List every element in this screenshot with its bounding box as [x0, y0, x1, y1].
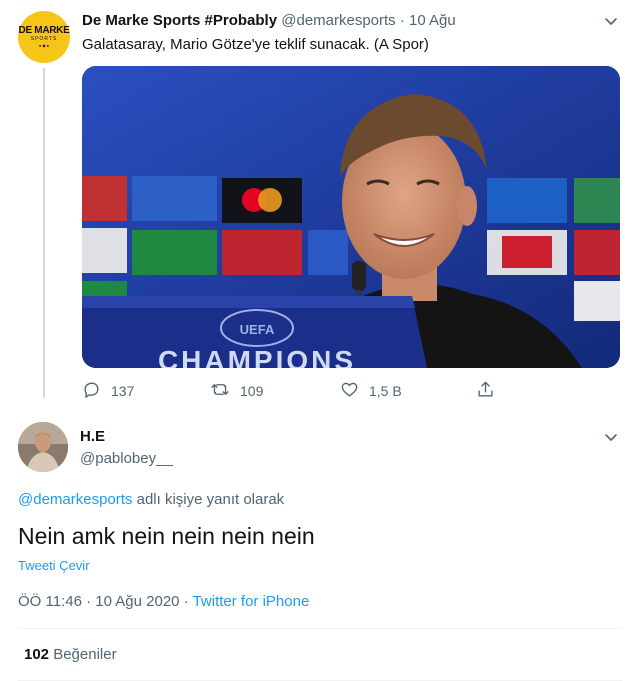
replying-to-label: adlı kişiye yanıt olarak	[132, 491, 285, 508]
reply-action[interactable]: 137	[82, 380, 134, 402]
retweet-count: 109	[240, 383, 264, 399]
replying-mention-link[interactable]: @demarkesports	[18, 491, 132, 508]
tweet-meta: ÖÖ 11:46 · 10 Ağu 2020 · Twitter for iPh…	[18, 593, 309, 610]
tweet-text: Galatasaray, Mario Götze'ye teklif sunac…	[82, 36, 429, 53]
like-action[interactable]: 1,5 B	[340, 380, 402, 402]
uefa-logo-text: UEFA	[240, 322, 275, 337]
reply-user-handle[interactable]: @pablobey__	[80, 450, 173, 467]
reply-display-name[interactable]: H.E	[80, 428, 105, 445]
avatar-logo-marks: ● ◆ ●	[38, 43, 50, 48]
share-icon[interactable]	[476, 380, 505, 399]
reply-tweet-text: Nein amk nein nein nein nein	[18, 523, 315, 549]
tweet-source-link[interactable]: Twitter for iPhone	[193, 593, 310, 610]
likes-count: 102	[24, 646, 50, 663]
tweet-date[interactable]: 10 Ağu	[409, 12, 456, 29]
avatar[interactable]: DE MARKE SPORTS ● ◆ ●	[18, 11, 70, 63]
reply-count: 137	[111, 383, 135, 399]
display-name[interactable]: De Marke Sports #Probably	[82, 12, 277, 29]
thread-line	[43, 68, 45, 398]
media-overlay-text: CHAMPIONS	[158, 345, 356, 368]
avatar-logo-text: DE MARKE	[18, 25, 70, 36]
user-handle[interactable]: @demarkesports	[281, 12, 395, 29]
avatar[interactable]	[18, 422, 68, 472]
avatar-logo-subtext: SPORTS	[30, 36, 58, 42]
meta-separator: ·	[179, 593, 193, 610]
retweet-action[interactable]: 109	[210, 380, 263, 402]
tweet-timestamp[interactable]: ÖÖ 11:46 · 10 Ağu 2020	[18, 593, 180, 610]
separator: ·	[399, 12, 405, 29]
tweet-media-image[interactable]: UEFA CHAMPIONS	[82, 66, 620, 368]
replying-to: @demarkesports adlı kişiye yanıt olarak	[18, 491, 284, 508]
likes-label: Beğeniler	[53, 646, 117, 663]
chevron-down-icon[interactable]	[604, 14, 618, 32]
chevron-down-icon[interactable]	[604, 430, 618, 448]
like-icon[interactable]	[340, 380, 369, 402]
like-count: 1,5 B	[369, 383, 402, 399]
tweet-header: De Marke Sports #Probably @demarkesports…	[82, 12, 456, 29]
likes-summary[interactable]: 102 Beğeniler	[24, 646, 117, 663]
divider	[18, 628, 622, 629]
reply-icon[interactable]	[82, 380, 111, 402]
translate-tweet-link[interactable]: Tweeti Çevir	[18, 558, 90, 573]
retweet-icon[interactable]	[210, 380, 240, 402]
